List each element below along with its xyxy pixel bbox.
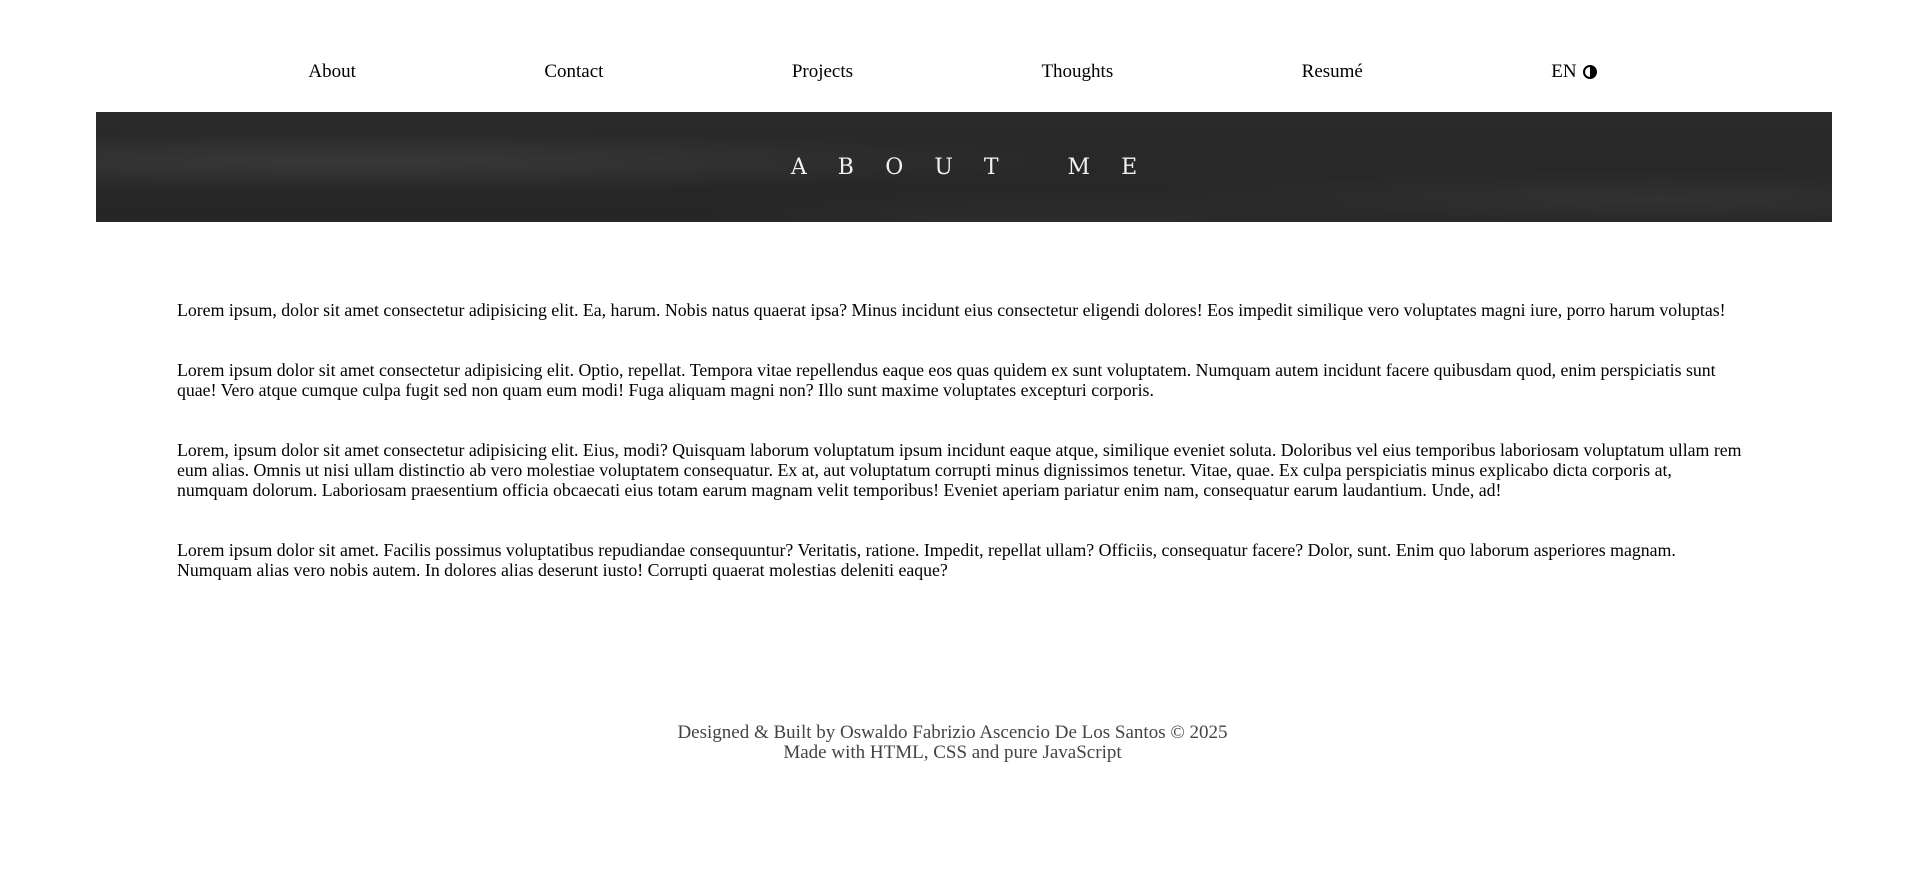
paragraph: Lorem ipsum dolor sit amet. Facilis poss… [177, 540, 1676, 580]
page-banner: ABOUT ME [96, 112, 1832, 222]
footer-tech-note: Made with HTML, CSS and pure JavaScript [783, 742, 1122, 763]
nav-language-theme-group: EN [1551, 61, 1597, 83]
nav-link-resume[interactable]: Resumé [1302, 61, 1363, 83]
paragraph: Lorem, ipsum dolor sit amet consectetur … [177, 440, 1742, 500]
about-content: Lorem ipsum, dolor sit amet consectetur … [177, 300, 1745, 620]
language-toggle[interactable]: EN [1551, 61, 1576, 83]
nav-link-about[interactable]: About [308, 61, 356, 83]
page-title: ABOUT ME [790, 154, 1169, 180]
nav-link-contact[interactable]: Contact [544, 61, 603, 83]
paragraph: Lorem ipsum dolor sit amet consectetur a… [177, 360, 1716, 400]
page-footer: Designed & Built by Oswaldo Fabrizio Asc… [0, 723, 1905, 763]
footer-credits: Designed & Built by Oswaldo Fabrizio Asc… [677, 722, 1228, 743]
paragraph: Lorem ipsum, dolor sit amet consectetur … [177, 300, 1726, 320]
half-circle-contrast-icon[interactable] [1582, 65, 1597, 79]
nav-link-thoughts[interactable]: Thoughts [1041, 61, 1113, 83]
nav-link-projects[interactable]: Projects [792, 61, 853, 83]
top-navigation: About Contact Projects Thoughts Resumé E… [0, 52, 1905, 92]
